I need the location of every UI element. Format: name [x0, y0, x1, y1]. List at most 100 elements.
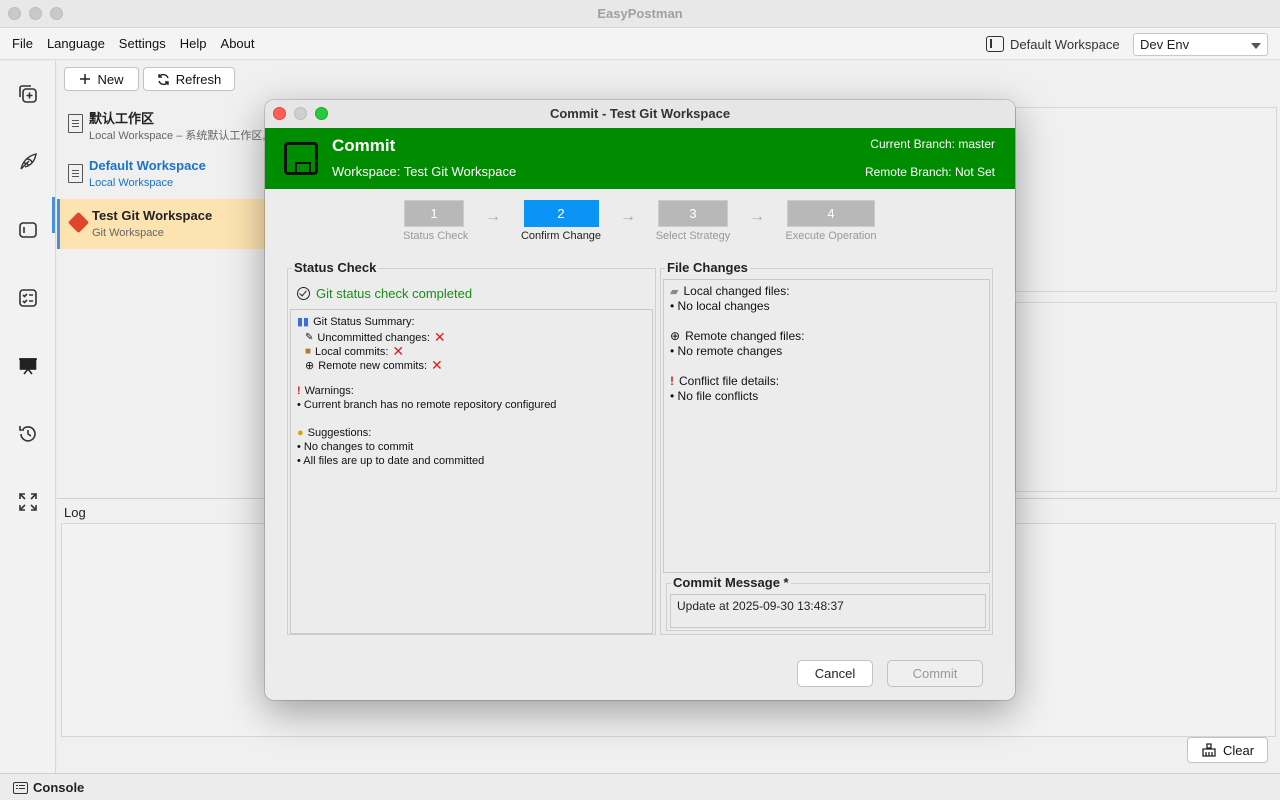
warning-line: • Current branch has no remote repositor…: [297, 399, 557, 411]
broom-icon: [1202, 743, 1216, 757]
commit-dialog: Commit - Test Git Workspace Commit Works…: [265, 100, 1015, 700]
step-number: 4: [787, 200, 875, 227]
file-changes-box[interactable]: ▰ Local changed files: • No local change…: [663, 279, 990, 573]
menu-language[interactable]: Language: [47, 36, 105, 51]
status-check-group: Status Check Git status check completed …: [287, 260, 656, 635]
status-check-title: Status Check: [292, 260, 379, 275]
remote-files-title-text: Remote changed files:: [685, 329, 805, 343]
suggestion-line: • No changes to commit: [297, 441, 414, 453]
commit-button[interactable]: Commit: [887, 660, 983, 687]
local-files-title: ▰ Local changed files:: [670, 284, 790, 298]
statusbar: Console: [0, 773, 1280, 800]
suggestion-line: • All files are up to date and committed: [297, 455, 485, 467]
bar-chart-icon: ▮▮: [297, 316, 310, 328]
workspace-item-selected[interactable]: Test Git Workspace Git Workspace: [57, 199, 267, 249]
globe-icon: ⊕: [670, 329, 681, 343]
nav-active-indicator: [52, 197, 55, 233]
clear-button-label: Clear: [1222, 742, 1255, 758]
workspace-type: Local Workspace – 系统默认工作区, 不: [89, 130, 280, 142]
file-changes-title: File Changes: [665, 260, 750, 275]
status-summary-box[interactable]: ▮▮ Git Status Summary: ✎ Uncommitted cha…: [290, 309, 653, 634]
commit-message-value: Update at 2025-09-30 13:48:37: [677, 599, 844, 613]
document-icon: [68, 164, 83, 183]
remote-branch-label: Remote Branch: Not Set: [864, 165, 995, 179]
clear-log-button[interactable]: Clear: [1187, 737, 1268, 763]
workspace-type: Git Workspace: [92, 227, 164, 239]
environment-select[interactable]: Dev Env: [1133, 33, 1268, 56]
step-number: 1: [404, 200, 464, 227]
conflict-files-title: ! Conflict file details:: [670, 374, 779, 388]
summary-title: ▮▮ Git Status Summary:: [297, 315, 415, 329]
conflict-files-title-text: Conflict file details:: [679, 374, 780, 388]
menu-file[interactable]: File: [12, 36, 33, 51]
banner-title: Commit: [332, 136, 396, 155]
chevron-down-icon: [1251, 43, 1261, 49]
status-completed-text: Git status check completed: [316, 286, 473, 301]
commit-message-label: Commit Message *: [671, 575, 791, 590]
window-titlebar: EasyPostman: [0, 0, 1280, 28]
new-button-label: New: [97, 71, 124, 87]
checklist-icon[interactable]: [17, 287, 39, 309]
globe-icon: ⊕: [305, 360, 315, 372]
workspace-type: Local Workspace: [89, 177, 174, 189]
local-files-title-text: Local changed files:: [683, 284, 790, 298]
new-button[interactable]: New: [64, 67, 139, 91]
step-number: 3: [658, 200, 728, 227]
left-navbar: [0, 61, 56, 773]
document-icon: [68, 114, 83, 133]
local-files-value: • No local changes: [670, 299, 770, 313]
menu-about[interactable]: About: [221, 36, 255, 51]
check-circle-icon: [297, 287, 310, 300]
commit-message-group: Commit Message * Update at 2025-09-30 13…: [666, 575, 990, 631]
exclamation-icon: !: [297, 385, 301, 397]
environment-select-value: Dev Env: [1140, 37, 1190, 52]
presentation-icon[interactable]: [17, 355, 39, 377]
workspace-name: Test Git Workspace: [92, 208, 213, 223]
log-label: Log: [64, 505, 86, 520]
save-icon: [284, 142, 318, 175]
cancel-button[interactable]: Cancel: [797, 660, 873, 687]
detail-panel-bottom: [1015, 302, 1277, 492]
refresh-button[interactable]: Refresh: [143, 67, 235, 91]
commit-banner: Commit Workspace: Test Git Workspace Cur…: [265, 128, 1015, 189]
current-branch-label: Current Branch: master: [870, 137, 995, 151]
workspace-indicator[interactable]: Default Workspace: [986, 36, 1120, 52]
refresh-icon: [158, 73, 169, 85]
workspace-name: Default Workspace: [89, 158, 206, 173]
step-label: Select Strategy: [655, 230, 731, 242]
console-toggle[interactable]: Console: [13, 780, 84, 795]
workspace-nav-icon[interactable]: [17, 219, 39, 241]
expand-icon[interactable]: [17, 491, 39, 513]
remote-commits-text: Remote new commits:: [318, 359, 428, 372]
folder-icon: ▰: [670, 285, 679, 298]
history-icon[interactable]: [17, 423, 39, 445]
feather-icon[interactable]: [17, 151, 39, 173]
workspace-indicator-label: Default Workspace: [1010, 36, 1120, 52]
suggestions-title-text: Suggestions:: [307, 427, 372, 439]
file-changes-group: File Changes ▰ Local changed files: • No…: [660, 260, 993, 635]
workspace-item[interactable]: Default Workspace Local Workspace: [57, 149, 267, 199]
exclamation-icon: !: [670, 374, 674, 388]
package-icon: ■: [305, 346, 312, 357]
suggestions-title: ● Suggestions:: [297, 427, 371, 439]
arrow-right-icon: →: [620, 208, 636, 225]
uncommitted-text: Uncommitted changes:: [317, 331, 430, 344]
cross-icon: ✕: [433, 329, 446, 345]
remote-commits-line: ⊕ Remote new commits: ✕: [305, 357, 443, 374]
cross-icon: ✕: [431, 357, 443, 373]
dialog-title: Commit - Test Git Workspace: [549, 106, 731, 121]
arrow-right-icon: →: [749, 208, 765, 225]
collections-icon[interactable]: [17, 83, 39, 105]
commit-message-input[interactable]: Update at 2025-09-30 13:48:37: [670, 594, 986, 628]
menu-settings[interactable]: Settings: [119, 36, 166, 51]
step-label: Status Check: [403, 230, 469, 242]
step-label: Confirm Change: [520, 230, 602, 242]
console-icon: [13, 781, 28, 794]
workspace-detail-panel: [1015, 107, 1277, 499]
step-confirm-change: 2 Confirm Change: [517, 200, 605, 242]
workspace-item[interactable]: 默认工作区 Local Workspace – 系统默认工作区, 不: [57, 99, 280, 149]
menu-help[interactable]: Help: [180, 36, 207, 51]
app-title: EasyPostman: [597, 6, 683, 21]
local-commits-text: Local commits:: [315, 345, 389, 358]
detail-panel-top: [1015, 107, 1277, 292]
